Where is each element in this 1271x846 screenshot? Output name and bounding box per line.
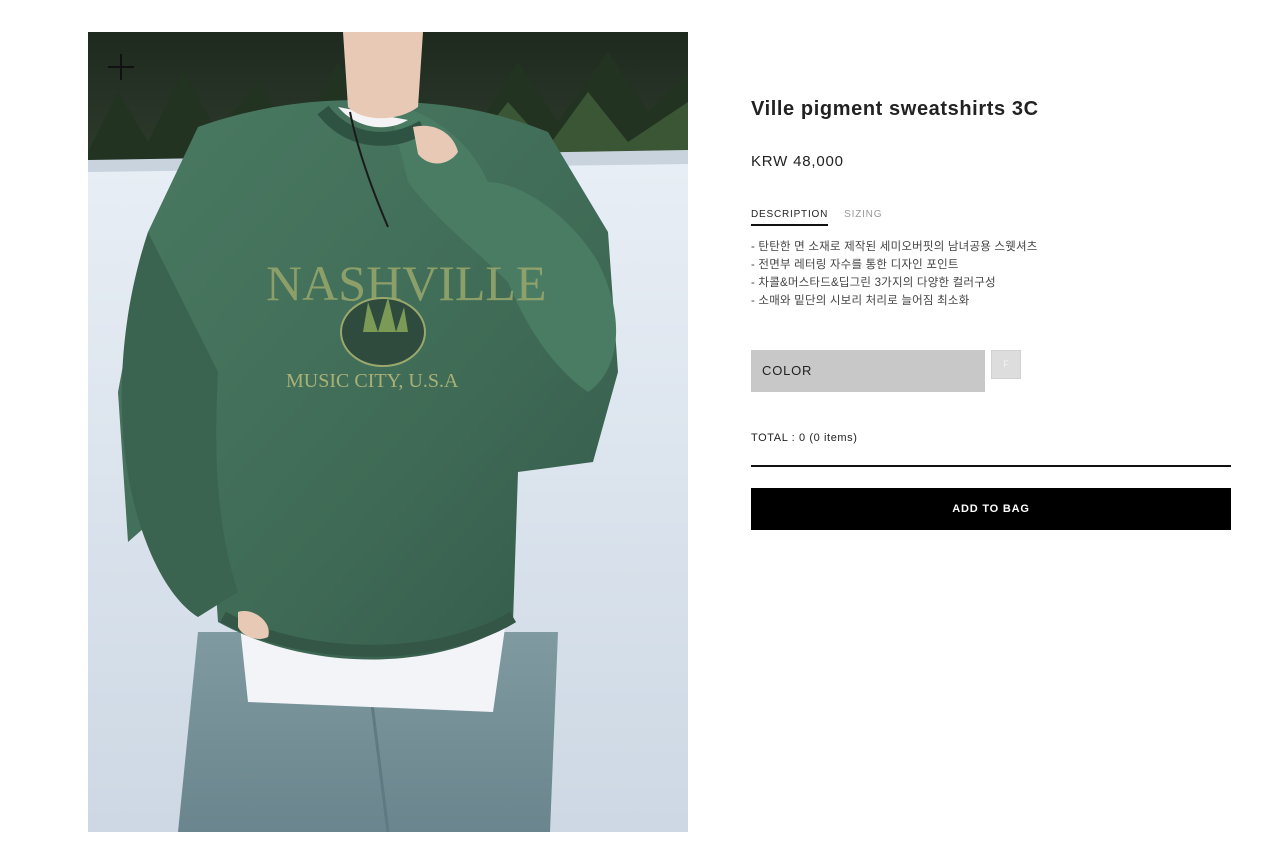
add-to-bag-button[interactable]: ADD TO BAG <box>751 488 1231 530</box>
product-description: - 탄탄한 면 소재로 제작된 세미오버핏의 남녀공용 스웻셔츠 - 전면부 레… <box>751 238 1231 310</box>
tab-description[interactable]: DESCRIPTION <box>751 209 829 226</box>
divider <box>751 465 1231 467</box>
color-option: COLOR F <box>751 350 1021 392</box>
product-photo[interactable]: NASHVILLE MUSIC CITY, U.S.A <box>88 32 688 832</box>
product-price: KRW 48,000 <box>751 153 844 170</box>
description-line: - 탄탄한 면 소재로 제작된 세미오버핏의 남녀공용 스웻셔츠 <box>751 241 1038 253</box>
product-photo-illustration: NASHVILLE MUSIC CITY, U.S.A <box>88 32 688 832</box>
tab-sizing[interactable]: SIZING <box>844 209 882 226</box>
total-summary: TOTAL : 0 (0 items) <box>751 432 858 444</box>
color-swatch-f[interactable]: F <box>991 350 1021 379</box>
description-line: - 전면부 레터링 자수를 통한 디자인 포인트 <box>751 259 959 271</box>
product-title: Ville pigment sweatshirts 3C <box>751 98 1039 120</box>
description-line: - 차콜&머스타드&딥그린 3가지의 다양한 컬러구성 <box>751 277 996 289</box>
color-option-label: COLOR <box>751 350 985 392</box>
description-line: - 소매와 밑단의 시보리 처리로 늘어짐 최소화 <box>751 295 970 307</box>
info-tabs: DESCRIPTION SIZING <box>751 209 882 227</box>
plus-icon[interactable] <box>108 54 134 80</box>
print-line-2: MUSIC CITY, U.S.A <box>286 370 459 392</box>
